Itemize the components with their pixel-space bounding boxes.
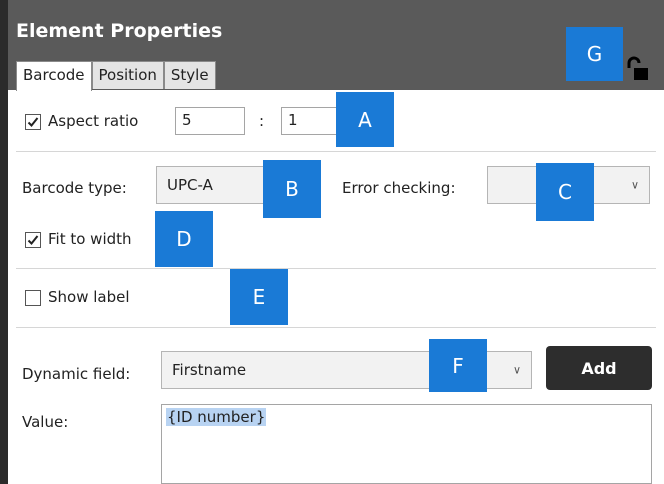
window-left-edge [0,0,8,484]
aspect-width-input[interactable]: 5 [175,107,245,135]
dynamic-field-value: Firstname [172,361,247,379]
barcode-type-value: UPC-A [167,176,213,194]
dynamic-field-label: Dynamic field: [22,365,131,383]
panel-header: Element Properties Barcode Position Styl… [8,0,664,91]
value-label: Value: [22,413,69,431]
value-selected-text: {ID number} [166,408,267,426]
fit-to-width-checkbox[interactable] [25,232,41,248]
tab-style[interactable]: Style [163,61,216,89]
divider [16,151,656,152]
value-textarea[interactable]: {ID number} [161,404,652,484]
annotation-g: G [566,27,623,81]
show-label-checkbox[interactable] [25,290,41,306]
show-label-text: Show label [48,288,130,306]
fit-to-width-label: Fit to width [48,230,132,248]
tab-barcode[interactable]: Barcode [16,61,92,91]
divider [16,327,656,328]
aspect-ratio-checkbox[interactable] [25,114,41,130]
error-checking-label: Error checking: [342,179,456,197]
annotation-f: F [429,339,487,392]
divider [16,268,656,269]
tab-position[interactable]: Position [91,61,164,89]
chevron-down-icon: ∨ [630,178,639,192]
aspect-separator: : [259,112,265,130]
annotation-d: D [155,211,213,267]
annotation-a: A [336,92,394,147]
annotation-c: C [536,163,594,221]
unlocked-padlock-icon[interactable] [626,56,650,82]
annotation-b: B [263,160,321,218]
annotation-e: E [230,269,288,325]
chevron-down-icon: ∨ [512,363,521,377]
barcode-type-label: Barcode type: [22,179,127,197]
tab-bar: Barcode Position Style [16,61,216,91]
aspect-ratio-label: Aspect ratio [48,112,139,130]
element-properties-panel: Element Properties Barcode Position Styl… [8,0,664,484]
panel-title: Element Properties [16,20,223,42]
add-button[interactable]: Add [546,346,652,390]
